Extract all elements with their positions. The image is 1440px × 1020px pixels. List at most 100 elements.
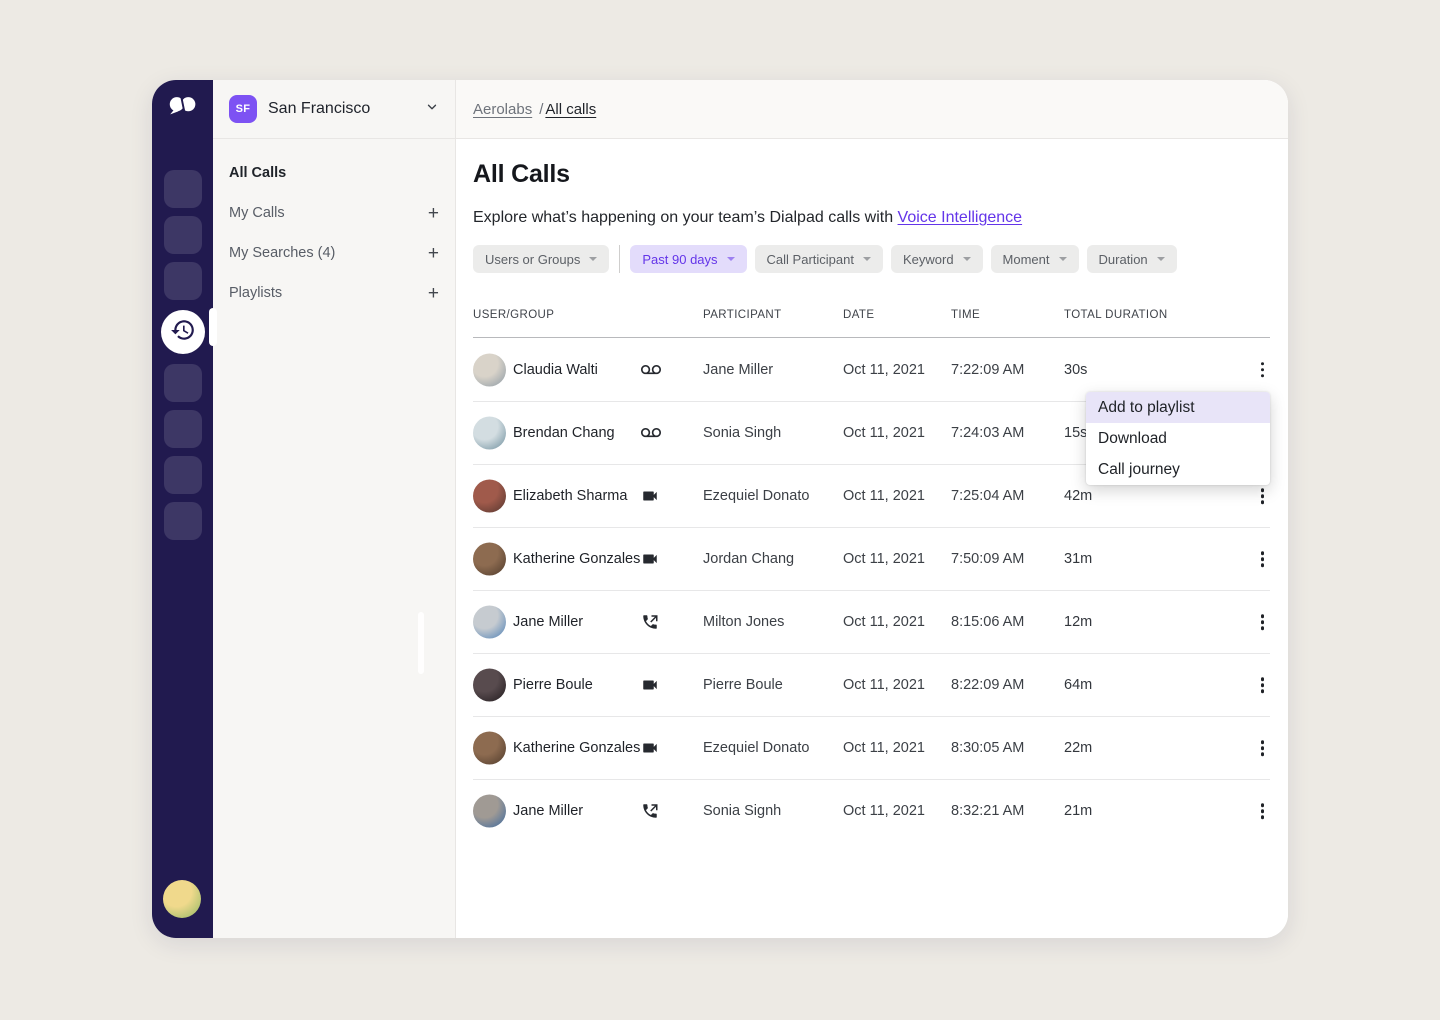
- sidebar-scrollbar-thumb[interactable]: [418, 612, 424, 674]
- voice-intelligence-link[interactable]: Voice Intelligence: [898, 209, 1023, 226]
- call-date: Oct 11, 2021: [843, 425, 925, 441]
- user-avatar: [473, 669, 506, 702]
- breadcrumb-parent-link[interactable]: Aerolabs: [473, 101, 532, 118]
- call-duration: 12m: [1064, 614, 1092, 630]
- call-time: 8:32:21 AM: [951, 803, 1024, 819]
- call-date: Oct 11, 2021: [843, 362, 925, 378]
- call-duration: 21m: [1064, 803, 1092, 819]
- filter-chip-label: Keyword: [903, 252, 954, 267]
- add-icon[interactable]: +: [428, 204, 439, 223]
- history-icon: [170, 317, 196, 348]
- row-menu-button[interactable]: [1257, 358, 1269, 382]
- filter-chip-label: Moment: [1003, 252, 1050, 267]
- sidebar-item-playlists[interactable]: Playlists +: [213, 273, 455, 313]
- call-time: 7:24:03 AM: [951, 425, 1024, 441]
- office-name: San Francisco: [268, 100, 414, 118]
- menu-item-download[interactable]: Download: [1086, 423, 1270, 454]
- caret-down-icon: [1059, 257, 1067, 261]
- call-date: Oct 11, 2021: [843, 488, 925, 504]
- voicemail-icon: [641, 423, 661, 443]
- filter-bar: Users or Groups Past 90 days Call Particip…: [473, 245, 1270, 273]
- dialpad-logo[interactable]: [152, 96, 213, 116]
- add-icon[interactable]: +: [428, 244, 439, 263]
- filter-chip-keyword[interactable]: Keyword: [891, 245, 983, 273]
- call-duration: 22m: [1064, 740, 1092, 756]
- rail-nav-placeholder[interactable]: [164, 170, 202, 208]
- filter-chip-moment[interactable]: Moment: [991, 245, 1079, 273]
- user-name: Katherine Gonzales: [513, 740, 640, 756]
- row-menu-button[interactable]: [1257, 484, 1269, 508]
- row-menu-button[interactable]: [1257, 610, 1269, 634]
- filter-chip-label: Duration: [1099, 252, 1148, 267]
- user-avatar: [473, 795, 506, 828]
- call-duration: 30s: [1064, 362, 1087, 378]
- call-time: 8:22:09 AM: [951, 677, 1024, 693]
- history-nav-button[interactable]: [161, 310, 205, 354]
- filter-chip-users-or-groups[interactable]: Users or Groups: [473, 245, 609, 273]
- sidebar-item-my-calls[interactable]: My Calls+: [213, 193, 455, 233]
- office-switcher[interactable]: SF San Francisco: [213, 80, 455, 139]
- table-header: USER/GROUPPARTICIPANTDATETIMETOTAL DURAT…: [473, 309, 1270, 338]
- app-window: SF San Francisco All CallsMy Calls+My Se…: [152, 80, 1288, 938]
- table-row[interactable]: Pierre BoulePierre BouleOct 11, 20218:22…: [473, 653, 1270, 716]
- row-menu-button[interactable]: [1257, 673, 1269, 697]
- video-camera-icon: [641, 676, 659, 694]
- secondary-sidebar: SF San Francisco All CallsMy Calls+My Se…: [213, 80, 456, 938]
- main-panel: Aerolabs / All calls All Calls Explore w…: [456, 80, 1288, 938]
- rail-nav-placeholder[interactable]: [164, 456, 202, 494]
- call-time: 8:15:06 AM: [951, 614, 1024, 630]
- column-header-time: TIME: [951, 309, 980, 321]
- participant-name: Sonia Signh: [703, 803, 781, 819]
- user-avatar: [473, 480, 506, 513]
- sidebar-item-label: My Searches (4): [229, 245, 335, 261]
- call-duration: 42m: [1064, 488, 1092, 504]
- caret-down-icon: [1157, 257, 1165, 261]
- row-menu-button[interactable]: [1257, 547, 1269, 571]
- rail-nav-placeholder[interactable]: [164, 502, 202, 540]
- add-icon[interactable]: +: [428, 284, 439, 303]
- sidebar-item-all-calls[interactable]: All Calls: [213, 153, 455, 193]
- table-row[interactable]: Katherine GonzalesJordan ChangOct 11, 20…: [473, 527, 1270, 590]
- caret-down-icon: [589, 257, 597, 261]
- filter-chip-label: Users or Groups: [485, 252, 580, 267]
- rail-nav-placeholder[interactable]: [164, 364, 202, 402]
- current-user-avatar[interactable]: [163, 880, 201, 918]
- table-row[interactable]: Jane Miller Sonia Signh Oct 11, 2021 8:32:2…: [473, 779, 1270, 842]
- column-header-date: DATE: [843, 309, 874, 321]
- user-avatar: [473, 353, 506, 386]
- menu-item-call-journey[interactable]: Call journey: [1086, 454, 1270, 485]
- chevron-down-icon: [425, 100, 439, 119]
- participant-name: Ezequiel Donato: [703, 740, 809, 756]
- call-date: Oct 11, 2021: [843, 803, 925, 819]
- breadcrumb-bar: Aerolabs / All calls: [456, 80, 1288, 139]
- user-avatar: [473, 606, 506, 639]
- user-name: Jane Miller: [513, 803, 583, 819]
- call-time: 7:25:04 AM: [951, 488, 1024, 504]
- menu-item-add-to-playlist[interactable]: Add to playlist: [1086, 392, 1270, 423]
- outgoing-call-icon: [641, 613, 659, 631]
- sidebar-item-label: Playlists: [229, 285, 282, 301]
- table-row[interactable]: Jane MillerMilton JonesOct 11, 20218:15:…: [473, 590, 1270, 653]
- page-content: All Calls Explore what’s happening on yo…: [456, 160, 1288, 842]
- rail-nav-placeholder[interactable]: [164, 262, 202, 300]
- subtitle-text: Explore what’s happening on your team’s …: [473, 209, 893, 226]
- user-name: Claudia Walti: [513, 362, 598, 378]
- row-menu-button[interactable]: [1257, 736, 1269, 760]
- sidebar-item-my-searches-4[interactable]: My Searches (4) +: [213, 233, 455, 273]
- table-row[interactable]: Katherine GonzalesEzequiel DonatoOct 11,…: [473, 716, 1270, 779]
- column-header-participant: PARTICIPANT: [703, 309, 782, 321]
- user-avatar: [473, 732, 506, 765]
- video-camera-icon: [641, 550, 659, 568]
- row-menu-button[interactable]: [1257, 799, 1269, 823]
- call-date: Oct 11, 2021: [843, 551, 925, 567]
- filter-chip-duration[interactable]: Duration: [1087, 245, 1177, 273]
- rail-nav-placeholder[interactable]: [164, 216, 202, 254]
- filter-chip-call-participant[interactable]: Call Participant: [755, 245, 883, 273]
- filter-chip-past-90-days[interactable]: Past 90 days: [630, 245, 746, 273]
- breadcrumb-current-link[interactable]: All calls: [545, 101, 596, 118]
- user-name: Pierre Boule: [513, 677, 593, 693]
- rail-nav-placeholder[interactable]: [164, 410, 202, 448]
- breadcrumb-separator: /: [539, 101, 543, 118]
- participant-name: Pierre Boule: [703, 677, 783, 693]
- column-header-user-group: USER/GROUP: [473, 309, 554, 321]
